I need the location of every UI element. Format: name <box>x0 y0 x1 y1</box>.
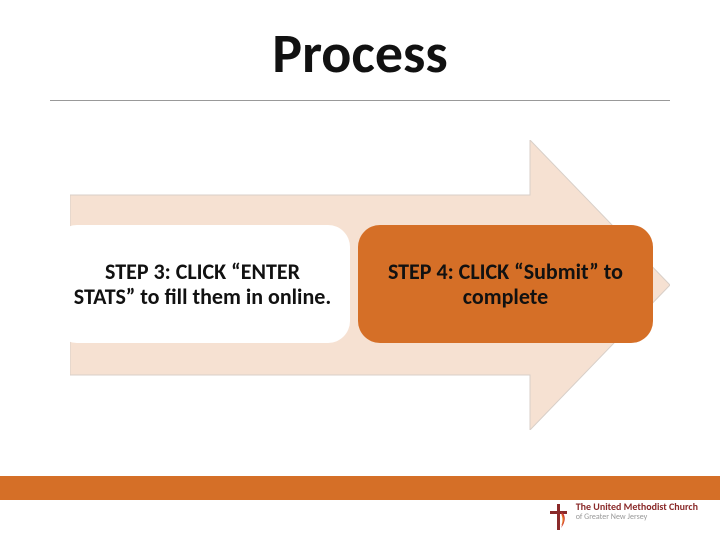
logo-line-2: of Greater New Jersey <box>576 513 698 521</box>
title-underline <box>50 100 670 101</box>
cross-flame-icon <box>548 502 570 532</box>
footer-accent-bar <box>0 476 720 500</box>
step-4-text: STEP 4: CLICK “Submit” to complete <box>376 259 635 310</box>
slide-title: Process <box>0 20 720 88</box>
step-4-card: STEP 4: CLICK “Submit” to complete <box>358 225 653 343</box>
logo-text: The United Methodist Church of Greater N… <box>576 502 698 521</box>
logo-line-1: The United Methodist Church <box>576 502 698 513</box>
step-3-text: STEP 3: CLICK “ENTER STATS” to fill them… <box>73 259 332 310</box>
step-3-card: STEP 3: CLICK “ENTER STATS” to fill them… <box>55 225 350 343</box>
footer-logo: The United Methodist Church of Greater N… <box>548 502 698 532</box>
steps-row: STEP 3: CLICK “ENTER STATS” to fill them… <box>55 225 655 343</box>
